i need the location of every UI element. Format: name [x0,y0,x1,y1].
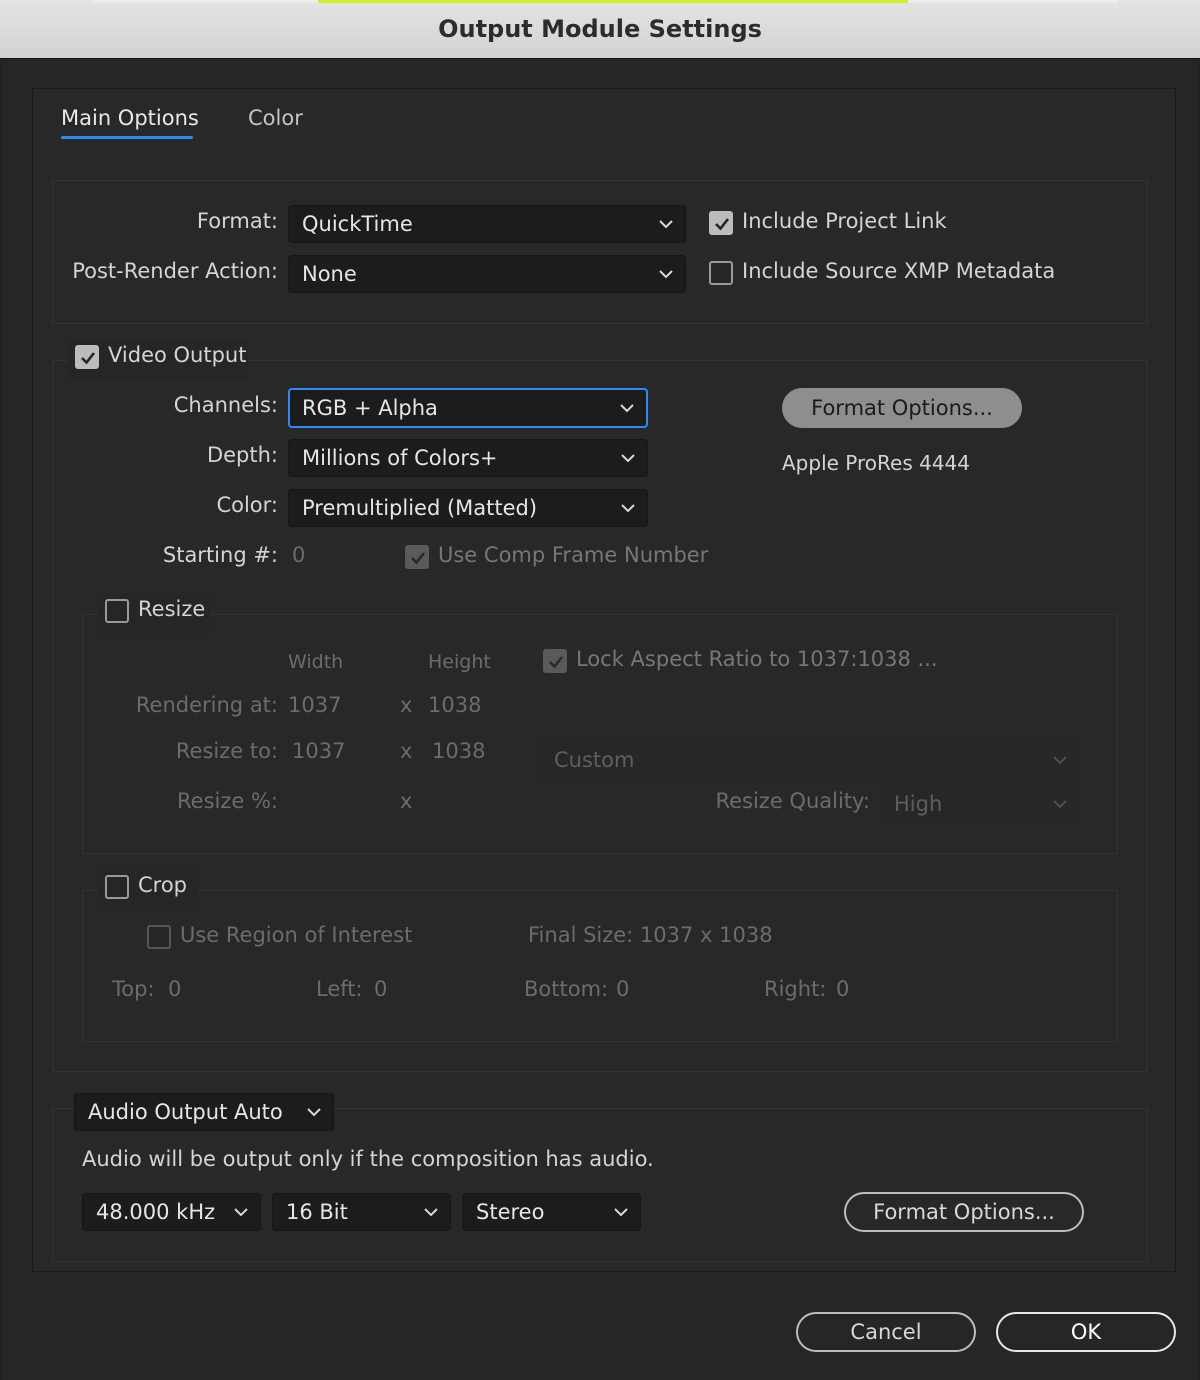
include-xmp-label: Include Source XMP Metadata [742,259,1056,283]
resize-percent-label: Resize %: [177,789,278,813]
resize-label: Resize [138,597,206,621]
chevron-down-icon [659,270,673,279]
video-format-options-button[interactable]: Format Options... [782,388,1022,428]
chevron-down-icon [307,1108,321,1117]
resize-quality-label: Resize Quality: [715,789,870,813]
include-project-link-checkbox[interactable] [709,211,733,235]
chevron-down-icon [621,504,635,513]
crop-right-field[interactable]: 0 [836,977,849,1001]
crop-checkbox[interactable] [105,875,129,899]
post-render-value: None [302,262,357,286]
use-roi-checkbox[interactable] [147,925,171,949]
cancel-button[interactable]: Cancel [796,1312,976,1352]
ok-button[interactable]: OK [996,1312,1176,1352]
use-comp-frame-checkbox[interactable] [405,545,429,569]
include-project-link-label: Include Project Link [742,209,947,233]
depth-value: Millions of Colors+ [302,446,498,470]
chevron-down-icon [1053,756,1067,765]
depth-label: Depth: [206,443,278,467]
resize-preset-dropdown[interactable]: Custom [540,741,1080,779]
crop-top-field[interactable]: 0 [168,977,181,1001]
chevron-down-icon [659,220,673,229]
sample-rate-value: 48.000 kHz [96,1200,216,1224]
use-comp-frame-label: Use Comp Frame Number [438,543,709,567]
chevron-down-icon [620,404,634,413]
resize-quality-value: High [894,792,943,816]
starting-number-label: Starting #: [162,543,278,567]
color-dropdown[interactable]: Premultiplied (Matted) [288,489,648,527]
audio-output-box [52,1108,1148,1262]
bit-depth-dropdown[interactable]: 16 Bit [272,1193,451,1231]
general-settings-box [52,180,1148,324]
crop-top-label: Top: [112,977,155,1001]
bit-depth-value: 16 Bit [286,1200,348,1224]
tab-color[interactable]: Color [248,103,303,133]
resize-x: x [400,739,413,763]
format-dropdown[interactable]: QuickTime [288,205,686,243]
video-output-checkbox[interactable] [75,345,99,369]
chevron-down-icon [614,1208,628,1217]
audio-info-text: Audio will be output only if the composi… [82,1147,654,1171]
depth-dropdown[interactable]: Millions of Colors+ [288,439,648,477]
color-value: Premultiplied (Matted) [302,496,538,520]
crop-left-label: Left: [316,977,363,1001]
tab-main-options[interactable]: Main Options [61,103,199,133]
use-roi-label: Use Region of Interest [180,923,413,947]
width-header: Width [288,651,344,673]
final-size-text: Final Size: 1037 x 1038 [528,923,773,947]
crop-box [82,890,1118,1042]
channels-label: Channels: [173,393,278,417]
checkmark-icon [549,656,564,669]
chevron-down-icon [1053,800,1067,809]
sample-rate-dropdown[interactable]: 48.000 kHz [82,1193,261,1231]
rendering-width: 1037 [288,693,342,717]
resize-percent-x: x [400,789,413,813]
resize-height-field[interactable]: 1038 [432,739,485,763]
tab-active-indicator [61,136,193,139]
checkmark-icon [411,552,426,565]
chevron-down-icon [234,1208,248,1217]
resize-width-field[interactable]: 1037 [292,739,345,763]
include-xmp-checkbox[interactable] [709,261,733,285]
crop-left-field[interactable]: 0 [374,977,387,1001]
crop-right-label: Right: [764,977,827,1001]
lock-aspect-label: Lock Aspect Ratio to 1037:1038 ... [576,647,938,671]
channels-dropdown[interactable]: RGB + Alpha [288,388,648,428]
audio-channels-dropdown[interactable]: Stereo [462,1193,641,1231]
audio-output-mode-value: Audio Output Auto [88,1100,283,1124]
lock-aspect-checkbox[interactable] [543,649,567,673]
audio-format-options-button[interactable]: Format Options... [844,1192,1084,1232]
channels-value: RGB + Alpha [302,396,438,420]
rendering-x: x [400,693,413,717]
height-header: Height [428,651,491,673]
rendering-height: 1038 [428,693,482,717]
crop-bottom-label: Bottom: [524,977,609,1001]
checkmark-icon [715,218,730,231]
crop-bottom-field[interactable]: 0 [616,977,629,1001]
color-label: Color: [216,493,278,517]
chevron-down-icon [424,1208,438,1217]
post-render-dropdown[interactable]: None [288,255,686,293]
resize-checkbox[interactable] [105,599,129,623]
audio-output-mode-dropdown[interactable]: Audio Output Auto [74,1093,334,1131]
crop-label: Crop [138,873,188,897]
video-output-label: Video Output [108,343,247,367]
chevron-down-icon [621,454,635,463]
checkmark-icon [81,352,96,365]
resize-to-label: Resize to: [175,739,278,763]
resize-preset-value: Custom [554,748,635,772]
resize-quality-dropdown[interactable]: High [880,785,1080,823]
rendering-at-label: Rendering at: [135,693,278,717]
audio-channels-value: Stereo [476,1200,545,1224]
post-render-label: Post-Render Action: [72,259,278,283]
starting-number-value: 0 [292,543,306,567]
format-value: QuickTime [302,212,413,236]
codec-text: Apple ProRes 4444 [782,451,970,475]
format-label: Format: [196,209,278,233]
window-title: Output Module Settings [438,15,762,43]
